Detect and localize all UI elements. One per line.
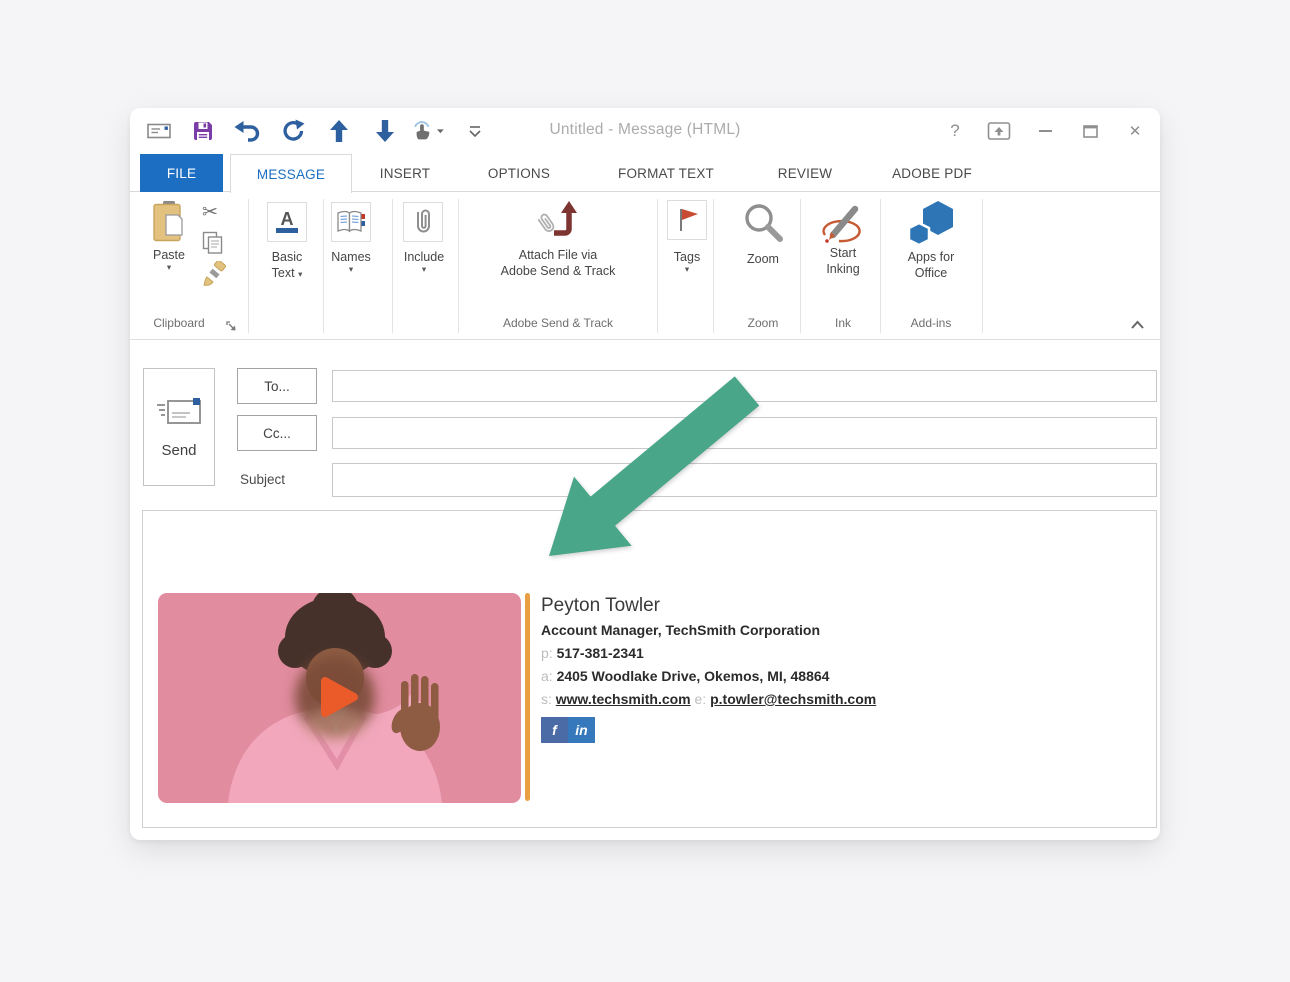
to-input[interactable]	[332, 370, 1157, 402]
undo-icon[interactable]	[234, 118, 260, 144]
dropdown-caret-icon: ▾	[349, 265, 353, 274]
customize-qat-icon[interactable]	[462, 118, 488, 144]
signature-phone-line: p: 517-381-2341	[541, 642, 1141, 665]
facebook-icon[interactable]: f	[541, 717, 568, 743]
outlook-message-window: Untitled - Message (HTML) ? ✕ FILE MESSA…	[130, 108, 1160, 840]
group-divider	[982, 199, 983, 333]
svg-text:A: A	[281, 209, 294, 229]
send-button[interactable]: Send	[143, 368, 215, 486]
dropdown-caret-icon: ▾	[167, 263, 171, 272]
window-title: Untitled - Message (HTML)	[515, 121, 775, 139]
tab-adobe-pdf[interactable]: ADOBE PDF	[882, 154, 982, 192]
tab-file[interactable]: FILE	[140, 154, 223, 192]
signature-address-line: a: 2405 Woodlake Drive, Okemos, MI, 4886…	[541, 665, 1141, 688]
paste-button[interactable]: Paste ▾	[144, 201, 194, 272]
signature-block: Peyton Towler Account Manager, TechSmith…	[541, 593, 1141, 743]
signature-links-line: s: www.techsmith.com e: p.towler@techsmi…	[541, 688, 1141, 711]
social-icons: f in	[541, 717, 1141, 743]
email-link[interactable]: p.towler@techsmith.com	[710, 691, 876, 707]
signature-company: , TechSmith Corporation	[658, 622, 820, 638]
ink-pen-icon	[819, 201, 867, 245]
paste-icon	[151, 201, 187, 247]
message-window-icon	[146, 118, 172, 144]
apps-for-office-button[interactable]: Apps for Office	[887, 199, 975, 281]
signature-photo[interactable]	[158, 593, 521, 803]
zoom-group-label: Zoom	[727, 315, 799, 331]
group-divider	[713, 199, 714, 333]
minimize-button[interactable]	[1032, 118, 1058, 144]
address-book-icon[interactable]	[331, 202, 371, 242]
website-link[interactable]: www.techsmith.com	[556, 691, 691, 707]
group-divider	[248, 199, 249, 333]
save-icon[interactable]	[190, 118, 216, 144]
cc-button[interactable]: Cc...	[237, 415, 317, 451]
signature-name: Peyton Towler	[541, 593, 1141, 619]
group-divider	[800, 199, 801, 333]
flag-icon[interactable]	[667, 200, 707, 240]
ribbon: Paste ▾ ✂ Clipboard A Basic Text ▾ Names	[130, 193, 1160, 340]
send-label: Send	[161, 442, 196, 459]
signature-accent-bar	[525, 593, 530, 801]
title-bar: Untitled - Message (HTML) ? ✕	[130, 108, 1160, 154]
copy-icon[interactable]	[202, 231, 224, 260]
maximize-button[interactable]	[1077, 118, 1103, 144]
magnifier-icon	[741, 201, 785, 247]
move-down-icon[interactable]	[372, 118, 398, 144]
ribbon-tab-bar: FILE MESSAGE INSERT OPTIONS FORMAT TEXT …	[130, 154, 1160, 192]
addins-group-label: Add-ins	[887, 315, 975, 331]
zoom-button[interactable]: Zoom	[727, 201, 799, 267]
help-button[interactable]: ?	[942, 118, 968, 144]
touch-mode-icon[interactable]	[410, 118, 444, 144]
tab-insert[interactable]: INSERT	[374, 154, 436, 192]
site-label: s:	[541, 691, 552, 707]
subject-input[interactable]	[332, 463, 1157, 497]
linkedin-icon[interactable]: in	[568, 717, 595, 743]
basic-text-button[interactable]: Basic Text ▾	[257, 249, 317, 281]
tab-format-text[interactable]: FORMAT TEXT	[602, 154, 730, 192]
dropdown-caret-icon: ▾	[298, 269, 302, 279]
dropdown-caret-icon: ▾	[422, 265, 426, 274]
move-up-icon[interactable]	[326, 118, 352, 144]
names-button[interactable]: Names ▾	[321, 249, 381, 274]
adobe-send-track-icon	[532, 199, 584, 247]
attach-adobe-button[interactable]: Attach File via Adobe Send & Track	[464, 199, 652, 279]
redo-icon[interactable]	[280, 118, 306, 144]
address-label: a:	[541, 668, 553, 684]
cut-icon[interactable]: ✂	[202, 201, 218, 224]
ink-group-label: Ink	[810, 315, 876, 331]
apps-hexagon-icon	[905, 199, 957, 249]
close-button[interactable]: ✕	[1122, 118, 1148, 144]
signature-title-line: Account Manager, TechSmith Corporation	[541, 619, 1141, 642]
start-inking-button[interactable]: Start Inking	[810, 201, 876, 277]
group-divider	[880, 199, 881, 333]
paperclip-icon[interactable]	[403, 202, 443, 242]
subject-label: Subject	[240, 463, 285, 497]
tab-message[interactable]: MESSAGE	[230, 154, 352, 193]
include-button[interactable]: Include ▾	[393, 249, 455, 274]
collapse-ribbon-icon[interactable]	[1130, 317, 1145, 335]
tab-review[interactable]: REVIEW	[772, 154, 838, 192]
clipboard-group-label: Clipboard	[136, 315, 222, 331]
tab-options[interactable]: OPTIONS	[478, 154, 560, 192]
to-button[interactable]: To...	[237, 368, 317, 404]
cc-input[interactable]	[332, 417, 1157, 449]
format-painter-icon[interactable]	[202, 261, 228, 292]
phone-value: 517-381-2341	[557, 645, 644, 661]
ribbon-display-options-icon[interactable]	[986, 118, 1012, 144]
adobe-group-label: Adobe Send & Track	[464, 315, 652, 331]
tags-button[interactable]: Tags ▾	[657, 249, 717, 274]
clipboard-dialog-launcher-icon[interactable]	[226, 319, 237, 337]
email-label: e:	[695, 691, 707, 707]
send-envelope-icon	[156, 396, 202, 430]
basic-text-icon[interactable]: A	[267, 202, 307, 242]
dropdown-caret-icon: ▾	[685, 265, 689, 274]
phone-label: p:	[541, 645, 553, 661]
address-value: 2405 Woodlake Drive, Okemos, MI, 48864	[557, 668, 830, 684]
group-divider	[458, 199, 459, 333]
signature-job-title: Account Manager	[541, 622, 658, 638]
message-body-editor[interactable]: Peyton Towler Account Manager, TechSmith…	[142, 510, 1157, 828]
